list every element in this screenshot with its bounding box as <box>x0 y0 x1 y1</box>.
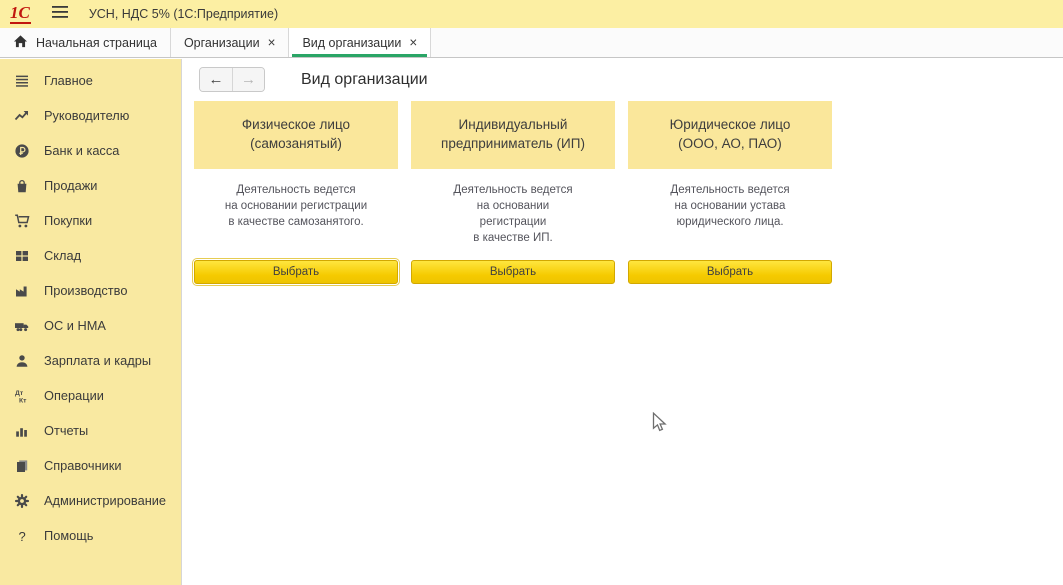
card-individual-self-employed: Физическое лицо (самозанятый) Деятельнос… <box>194 101 398 284</box>
tab-organization-type[interactable]: Вид организации × <box>289 28 431 57</box>
sidebar-item-label: Продажи <box>44 178 97 193</box>
tab-bar: Начальная страница Организации × Вид орг… <box>0 28 1063 58</box>
select-button-entrepreneur[interactable]: Выбрать <box>411 260 615 284</box>
warehouse-boxes-icon <box>13 248 31 264</box>
sidebar-item-main[interactable]: Главное <box>0 63 181 98</box>
card-title: Юридическое лицо (ООО, АО, ПАО) <box>628 101 832 169</box>
sidebar-item-label: Производство <box>44 283 127 298</box>
shopping-bag-icon <box>13 178 31 194</box>
organization-type-cards: Физическое лицо (самозанятый) Деятельнос… <box>194 101 1063 284</box>
sidebar-item-reports[interactable]: Отчеты <box>0 413 181 448</box>
hamburger-icon <box>51 5 69 24</box>
history-nav: ← → <box>199 67 265 92</box>
card-legal-entity: Юридическое лицо (ООО, АО, ПАО) Деятельн… <box>628 101 832 284</box>
close-icon[interactable]: × <box>409 36 417 50</box>
svg-text:?: ? <box>19 529 26 544</box>
window-title: УСН, НДС 5% (1С:Предприятие) <box>89 7 278 21</box>
sidebar-nav: Главное Руководителю Банк и касса Продаж… <box>0 59 182 585</box>
bar-chart-icon <box>13 423 31 439</box>
forward-button[interactable]: → <box>232 68 264 91</box>
sidebar-item-help[interactable]: ? Помощь <box>0 518 181 553</box>
sidebar-item-warehouse[interactable]: Склад <box>0 238 181 273</box>
sidebar-item-label: Зарплата и кадры <box>44 353 151 368</box>
close-icon[interactable]: × <box>268 36 276 50</box>
home-icon <box>13 34 28 51</box>
sidebar-item-label: Операции <box>44 388 104 403</box>
debit-credit-icon: ДтКт <box>13 388 31 404</box>
menu-lines-icon <box>13 73 31 89</box>
card-title: Индивидуальный предприниматель (ИП) <box>411 101 615 169</box>
sidebar-item-fixed-assets[interactable]: ОС и НМА <box>0 308 181 343</box>
factory-icon <box>13 283 31 299</box>
tab-label: Начальная страница <box>36 36 157 50</box>
tab-home-page[interactable]: Начальная страница <box>0 28 171 57</box>
sidebar-item-label: Помощь <box>44 528 93 543</box>
window-title-bar: 1С УСН, НДС 5% (1С:Предприятие) <box>0 0 1063 28</box>
sidebar-item-label: Администрирование <box>44 493 166 508</box>
page-title: Вид организации <box>301 71 428 89</box>
tab-organizations[interactable]: Организации × <box>171 28 290 57</box>
sidebar-item-bank-cash[interactable]: Банк и касса <box>0 133 181 168</box>
card-description: Деятельность ведется на основании регист… <box>411 182 615 260</box>
sidebar-item-label: Банк и касса <box>44 143 119 158</box>
card-title: Физическое лицо (самозанятый) <box>194 101 398 169</box>
truck-icon <box>13 318 31 334</box>
card-description: Деятельность ведется на основании устава… <box>628 182 832 260</box>
1c-logo: 1С <box>10 4 31 24</box>
sidebar-item-label: Руководителю <box>44 108 129 123</box>
select-button-self-employed[interactable]: Выбрать <box>194 260 398 284</box>
sidebar-item-production[interactable]: Производство <box>0 273 181 308</box>
sidebar-item-manager[interactable]: Руководителю <box>0 98 181 133</box>
main-content: ← → Вид организации Физическое лицо (сам… <box>183 59 1063 585</box>
gear-icon <box>13 493 31 509</box>
ruble-circle-icon <box>13 143 31 159</box>
svg-text:Дт: Дт <box>15 390 24 397</box>
books-icon <box>13 458 31 474</box>
card-description: Деятельность ведется на основании регист… <box>194 182 398 260</box>
sidebar-item-administration[interactable]: Администрирование <box>0 483 181 518</box>
svg-text:Кт: Кт <box>19 397 27 404</box>
tab-label: Вид организации <box>302 36 401 50</box>
sidebar-item-purchases[interactable]: Покупки <box>0 203 181 238</box>
sidebar-item-label: Покупки <box>44 213 92 228</box>
sidebar-item-label: Склад <box>44 248 81 263</box>
person-icon <box>13 353 31 369</box>
sidebar-item-label: Справочники <box>44 458 122 473</box>
sidebar-item-label: ОС и НМА <box>44 318 106 333</box>
sidebar-item-label: Главное <box>44 73 93 88</box>
select-button-legal-entity[interactable]: Выбрать <box>628 260 832 284</box>
content-header: ← → Вид организации <box>199 67 1063 92</box>
sidebar-item-label: Отчеты <box>44 423 88 438</box>
shopping-cart-icon <box>13 213 31 229</box>
card-individual-entrepreneur: Индивидуальный предприниматель (ИП) Деят… <box>411 101 615 284</box>
sidebar-item-directories[interactable]: Справочники <box>0 448 181 483</box>
sidebar-item-sales[interactable]: Продажи <box>0 168 181 203</box>
main-menu-button[interactable] <box>51 5 69 24</box>
question-icon: ? <box>13 528 31 544</box>
tab-label: Организации <box>184 36 260 50</box>
back-button[interactable]: ← <box>200 68 232 91</box>
trend-up-icon <box>13 108 31 124</box>
sidebar-item-operations[interactable]: ДтКт Операции <box>0 378 181 413</box>
sidebar-item-salary-hr[interactable]: Зарплата и кадры <box>0 343 181 378</box>
